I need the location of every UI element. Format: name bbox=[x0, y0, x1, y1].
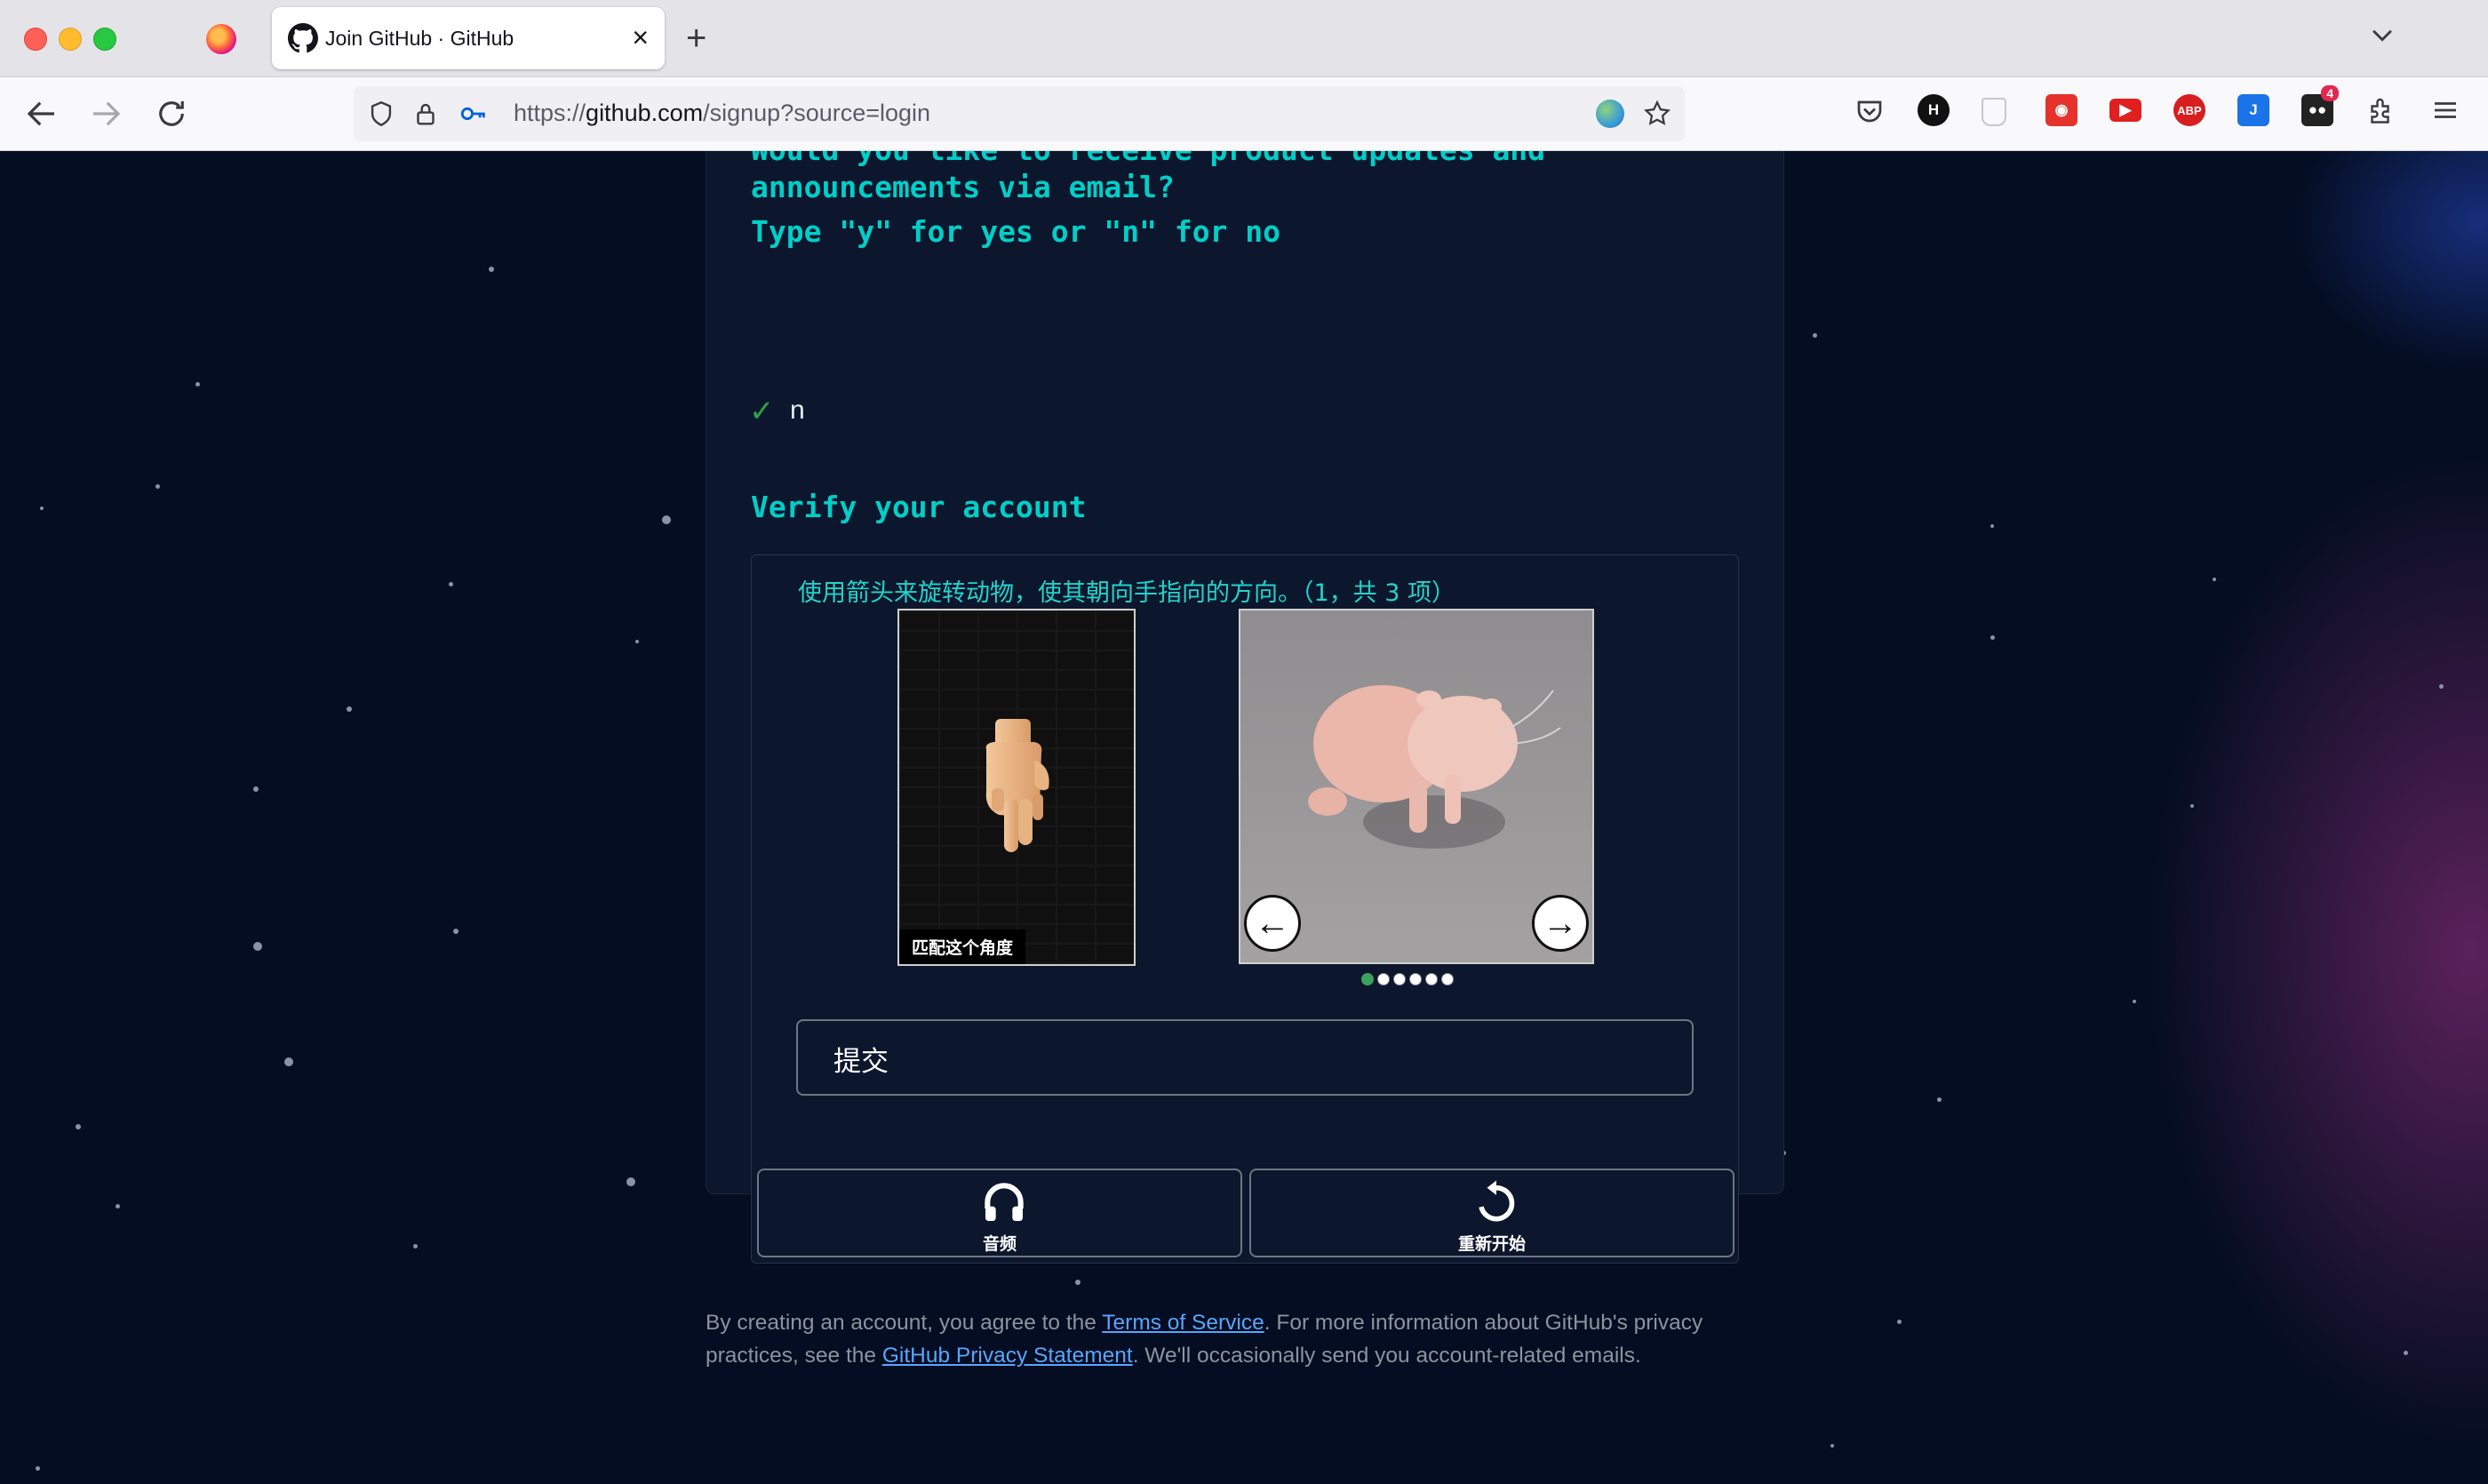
audio-label: 音频 bbox=[982, 1234, 1017, 1254]
footer-text: By creating an account, you agree to the bbox=[706, 1311, 1103, 1335]
star-decoration bbox=[2213, 578, 2216, 581]
github-signup-page: Would you like to receive product update… bbox=[0, 151, 2488, 1484]
reload-icon[interactable] bbox=[153, 95, 190, 132]
step-dot bbox=[1409, 973, 1422, 985]
screenshot-extension-icon[interactable]: ◉ bbox=[2045, 94, 2077, 126]
submit-label: 提交 bbox=[833, 1046, 889, 1078]
forward-arrow-icon[interactable] bbox=[87, 95, 124, 132]
menu-hamburger-icon[interactable] bbox=[2429, 94, 2461, 126]
tab-title: Join GitHub · GitHub bbox=[325, 27, 514, 50]
signup-card: Would you like to receive product update… bbox=[706, 151, 1784, 1264]
zoom-window-button[interactable] bbox=[93, 28, 116, 51]
star-decoration bbox=[76, 1124, 81, 1129]
youtube-extension-icon[interactable]: ▶ bbox=[2109, 99, 2141, 122]
h-extension-icon[interactable]: H bbox=[1918, 94, 1950, 126]
lock-icon[interactable] bbox=[411, 99, 441, 129]
headphones-icon bbox=[985, 1183, 1024, 1221]
pointing-hand-icon bbox=[985, 719, 1049, 852]
email-answer: n bbox=[790, 395, 805, 425]
star-decoration bbox=[635, 640, 639, 643]
star-decoration bbox=[347, 706, 352, 712]
restart-label: 重新开始 bbox=[1457, 1234, 1526, 1254]
privacy-statement-link[interactable]: GitHub Privacy Statement bbox=[882, 1344, 1133, 1368]
star-decoration bbox=[662, 515, 671, 524]
terms-of-service-link[interactable]: Terms of Service bbox=[1102, 1311, 1264, 1335]
browser-tab-bar: Join GitHub · GitHub × + bbox=[0, 0, 2488, 77]
minimize-window-button[interactable] bbox=[59, 28, 82, 51]
star-decoration bbox=[36, 1466, 40, 1471]
step-dot bbox=[1393, 973, 1406, 985]
bookmark-star-icon[interactable] bbox=[1642, 99, 1672, 129]
star-decoration bbox=[253, 942, 262, 951]
j-extension-icon[interactable]: J bbox=[2237, 94, 2269, 126]
rotate-left-button[interactable]: ← bbox=[1244, 895, 1301, 952]
star-decoration bbox=[2439, 684, 2444, 689]
star-decoration bbox=[2190, 804, 2194, 808]
terms-footer: By creating an account, you agree to the… bbox=[706, 1306, 1790, 1372]
chevron-down-icon[interactable] bbox=[2367, 20, 2397, 50]
pocket-icon[interactable] bbox=[1854, 94, 1886, 126]
globe-icon[interactable] bbox=[1596, 100, 1624, 128]
email-question-line1: Would you like to receive product update… bbox=[751, 151, 1545, 167]
star-decoration bbox=[116, 1204, 120, 1209]
firefox-view-icon[interactable] bbox=[206, 24, 236, 54]
star-decoration bbox=[1813, 333, 1817, 338]
star-decoration bbox=[413, 1244, 418, 1249]
restart-button[interactable]: 重新开始 bbox=[1249, 1169, 1734, 1257]
url-bar[interactable]: https://github.com/signup?source=login bbox=[354, 86, 1685, 141]
captcha-widget: 使用箭头来旋转动物，使其朝向手指向的方向。（1，共 3 项） 匹配这个角度 ← … bbox=[751, 555, 1739, 1264]
star-decoration bbox=[284, 1057, 293, 1066]
extensions-puzzle-icon[interactable] bbox=[2365, 94, 2397, 126]
star-decoration bbox=[1990, 524, 1994, 528]
star-decoration bbox=[1075, 1280, 1081, 1285]
captcha-instruction: 使用箭头来旋转动物，使其朝向手指向的方向。（1，共 3 项） bbox=[798, 579, 1456, 607]
adblock-plus-icon[interactable]: ABP bbox=[2173, 94, 2205, 126]
check-icon: ✓ bbox=[749, 395, 775, 428]
star-decoration bbox=[1937, 1097, 1942, 1102]
extension-badge: 4 bbox=[2321, 85, 2339, 101]
star-decoration bbox=[449, 582, 453, 586]
star-decoration bbox=[2404, 1351, 2408, 1355]
step-indicator-dots bbox=[1361, 973, 1454, 985]
rotate-right-button[interactable]: → bbox=[1532, 895, 1589, 952]
star-decoration bbox=[253, 786, 259, 792]
verify-account-title: Verify your account bbox=[751, 490, 1087, 524]
star-decoration bbox=[1990, 635, 1995, 640]
match-angle-label: 匹配这个角度 bbox=[899, 929, 1026, 964]
star-decoration bbox=[156, 484, 160, 489]
privacy-badger-icon[interactable] bbox=[1982, 98, 2006, 126]
audio-button[interactable]: 音频 bbox=[757, 1169, 1242, 1257]
multi-account-extension-icon[interactable]: ●● 4 bbox=[2301, 85, 2339, 126]
hand-reference-image: 匹配这个角度 bbox=[897, 609, 1136, 966]
shield-icon[interactable] bbox=[366, 99, 396, 129]
star-decoration bbox=[40, 507, 44, 510]
close-tab-icon[interactable]: × bbox=[632, 20, 649, 55]
step-dot bbox=[1361, 973, 1374, 985]
tab-join-github[interactable]: Join GitHub · GitHub × bbox=[272, 7, 665, 69]
footer-text: . We'll occasionally send you account-re… bbox=[1132, 1344, 1641, 1368]
url-text: https://github.com/signup?source=login bbox=[514, 100, 931, 126]
star-decoration bbox=[453, 929, 459, 934]
star-decoration bbox=[1897, 1320, 1902, 1324]
step-dot bbox=[1377, 973, 1390, 985]
star-decoration bbox=[1830, 1444, 1834, 1448]
star-decoration bbox=[489, 267, 494, 272]
key-icon[interactable] bbox=[459, 99, 489, 129]
step-dot bbox=[1425, 973, 1438, 985]
back-arrow-icon[interactable] bbox=[23, 95, 60, 132]
email-question-line2: announcements via email? bbox=[751, 170, 1175, 204]
submit-button[interactable]: 提交 bbox=[796, 1019, 1694, 1096]
star-decoration bbox=[626, 1177, 635, 1186]
new-tab-button[interactable]: + bbox=[686, 16, 706, 60]
step-dot bbox=[1441, 973, 1454, 985]
star-decoration bbox=[2133, 1000, 2136, 1003]
github-icon bbox=[288, 23, 318, 53]
restart-icon bbox=[1479, 1180, 1515, 1222]
close-window-button[interactable] bbox=[24, 28, 47, 51]
email-question-line3: Type "y" for yes or "n" for no bbox=[751, 214, 1281, 249]
rotatable-animal-image: ← → bbox=[1239, 609, 1594, 964]
browser-nav-bar: https://github.com/signup?source=login H… bbox=[0, 77, 2488, 151]
star-decoration bbox=[195, 382, 200, 387]
